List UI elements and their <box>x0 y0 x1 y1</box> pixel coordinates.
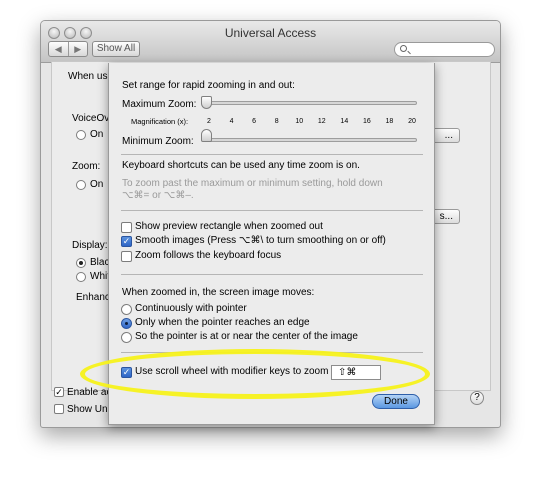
smooth-images-label: Smooth images (Press ⌥⌘\ to turn smoothi… <box>135 235 386 246</box>
forward-arrow-icon[interactable]: ▶ <box>67 42 88 56</box>
range-heading: Set range for rapid zooming in and out: <box>122 80 295 91</box>
divider <box>121 210 423 211</box>
magnification-tick: 20 <box>408 118 416 125</box>
zoom-on-radio[interactable] <box>76 180 86 190</box>
help-button[interactable]: ? <box>470 391 484 405</box>
magnification-tick: 10 <box>295 118 304 125</box>
center-label: So the pointer is at or near the center … <box>135 331 358 342</box>
modifier-keys-field[interactable]: ⇧⌘ <box>331 365 381 380</box>
minimum-zoom-thumb[interactable] <box>201 129 212 142</box>
maximum-zoom-thumb[interactable] <box>201 96 212 109</box>
edge-label: Only when the pointer reaches an edge <box>135 317 310 328</box>
done-button[interactable]: Done <box>372 394 420 409</box>
moves-heading: When zoomed in, the screen image moves: <box>122 287 315 298</box>
divider <box>121 274 423 275</box>
scroll-wheel-checkbox[interactable]: ✓ <box>121 367 132 378</box>
search-icon <box>400 45 407 52</box>
show-all-button[interactable]: Show All <box>92 41 140 57</box>
show-universal-label: Show Uni <box>67 404 110 415</box>
center-radio[interactable] <box>121 332 132 343</box>
maximum-zoom-label: Maximum Zoom: <box>122 99 197 110</box>
magnification-tick: 18 <box>385 118 394 125</box>
continuous-radio[interactable] <box>121 304 132 315</box>
display-black-radio[interactable] <box>76 258 86 268</box>
hint-line-1: To zoom past the maximum or minimum sett… <box>122 178 383 189</box>
divider <box>121 154 423 155</box>
show-universal-checkbox[interactable] <box>54 404 64 414</box>
zoom-options-sheet: Set range for rapid zooming in and out: … <box>108 63 435 425</box>
edge-radio[interactable] <box>121 318 132 329</box>
voiceover-label: VoiceOv <box>72 113 110 124</box>
continuous-label: Continuously with pointer <box>135 303 247 314</box>
back-forward-control: ◀ ▶ <box>48 41 88 57</box>
magnification-tick: 6 <box>252 118 257 125</box>
magnification-label: Magnification (x): <box>131 117 189 126</box>
voiceover-on-radio[interactable] <box>76 130 86 140</box>
window-title: Universal Access <box>224 26 317 40</box>
enable-access-checkbox[interactable]: ✓ <box>54 387 64 397</box>
magnification-tick: 2 <box>207 118 211 125</box>
when-using-label: When usi <box>68 71 110 82</box>
voiceover-on-label: On <box>90 129 104 140</box>
divider <box>121 352 423 353</box>
magnification-tick: 4 <box>229 118 234 125</box>
search-field[interactable] <box>394 42 495 57</box>
magnification-tick: 8 <box>274 118 279 125</box>
maximum-zoom-slider[interactable] <box>202 101 417 105</box>
shortcuts-text: Keyboard shortcuts can be used any time … <box>122 160 360 171</box>
magnification-tick: 14 <box>340 118 349 125</box>
enhance-label: Enhanc <box>76 292 110 303</box>
follow-focus-checkbox[interactable] <box>121 251 132 262</box>
enable-access-label: Enable ac <box>67 387 112 398</box>
zoom-label: Zoom: <box>72 161 101 172</box>
back-arrow-icon[interactable]: ◀ <box>49 42 68 56</box>
smooth-images-checkbox[interactable]: ✓ <box>121 236 132 247</box>
hint-line-2: ⌥⌘= or ⌥⌘–. <box>122 190 194 201</box>
minimum-zoom-label: Minimum Zoom: <box>122 136 194 147</box>
display-white-radio[interactable] <box>76 272 86 282</box>
zoom-on-label: On <box>90 179 104 190</box>
display-white-label: Whit <box>90 271 110 282</box>
magnification-tick: 12 <box>317 118 326 125</box>
scroll-wheel-label: Use scroll wheel with modifier keys to z… <box>135 366 329 377</box>
display-label: Display: <box>72 240 108 251</box>
minimum-zoom-slider[interactable] <box>202 138 417 142</box>
magnification-tick: 16 <box>362 118 371 125</box>
follow-focus-label: Zoom follows the keyboard focus <box>135 250 282 261</box>
show-preview-checkbox[interactable] <box>121 222 132 233</box>
titlebar: Universal Access ◀ ▶ Show All <box>41 21 500 63</box>
show-preview-label: Show preview rectangle when zoomed out <box>135 221 323 232</box>
